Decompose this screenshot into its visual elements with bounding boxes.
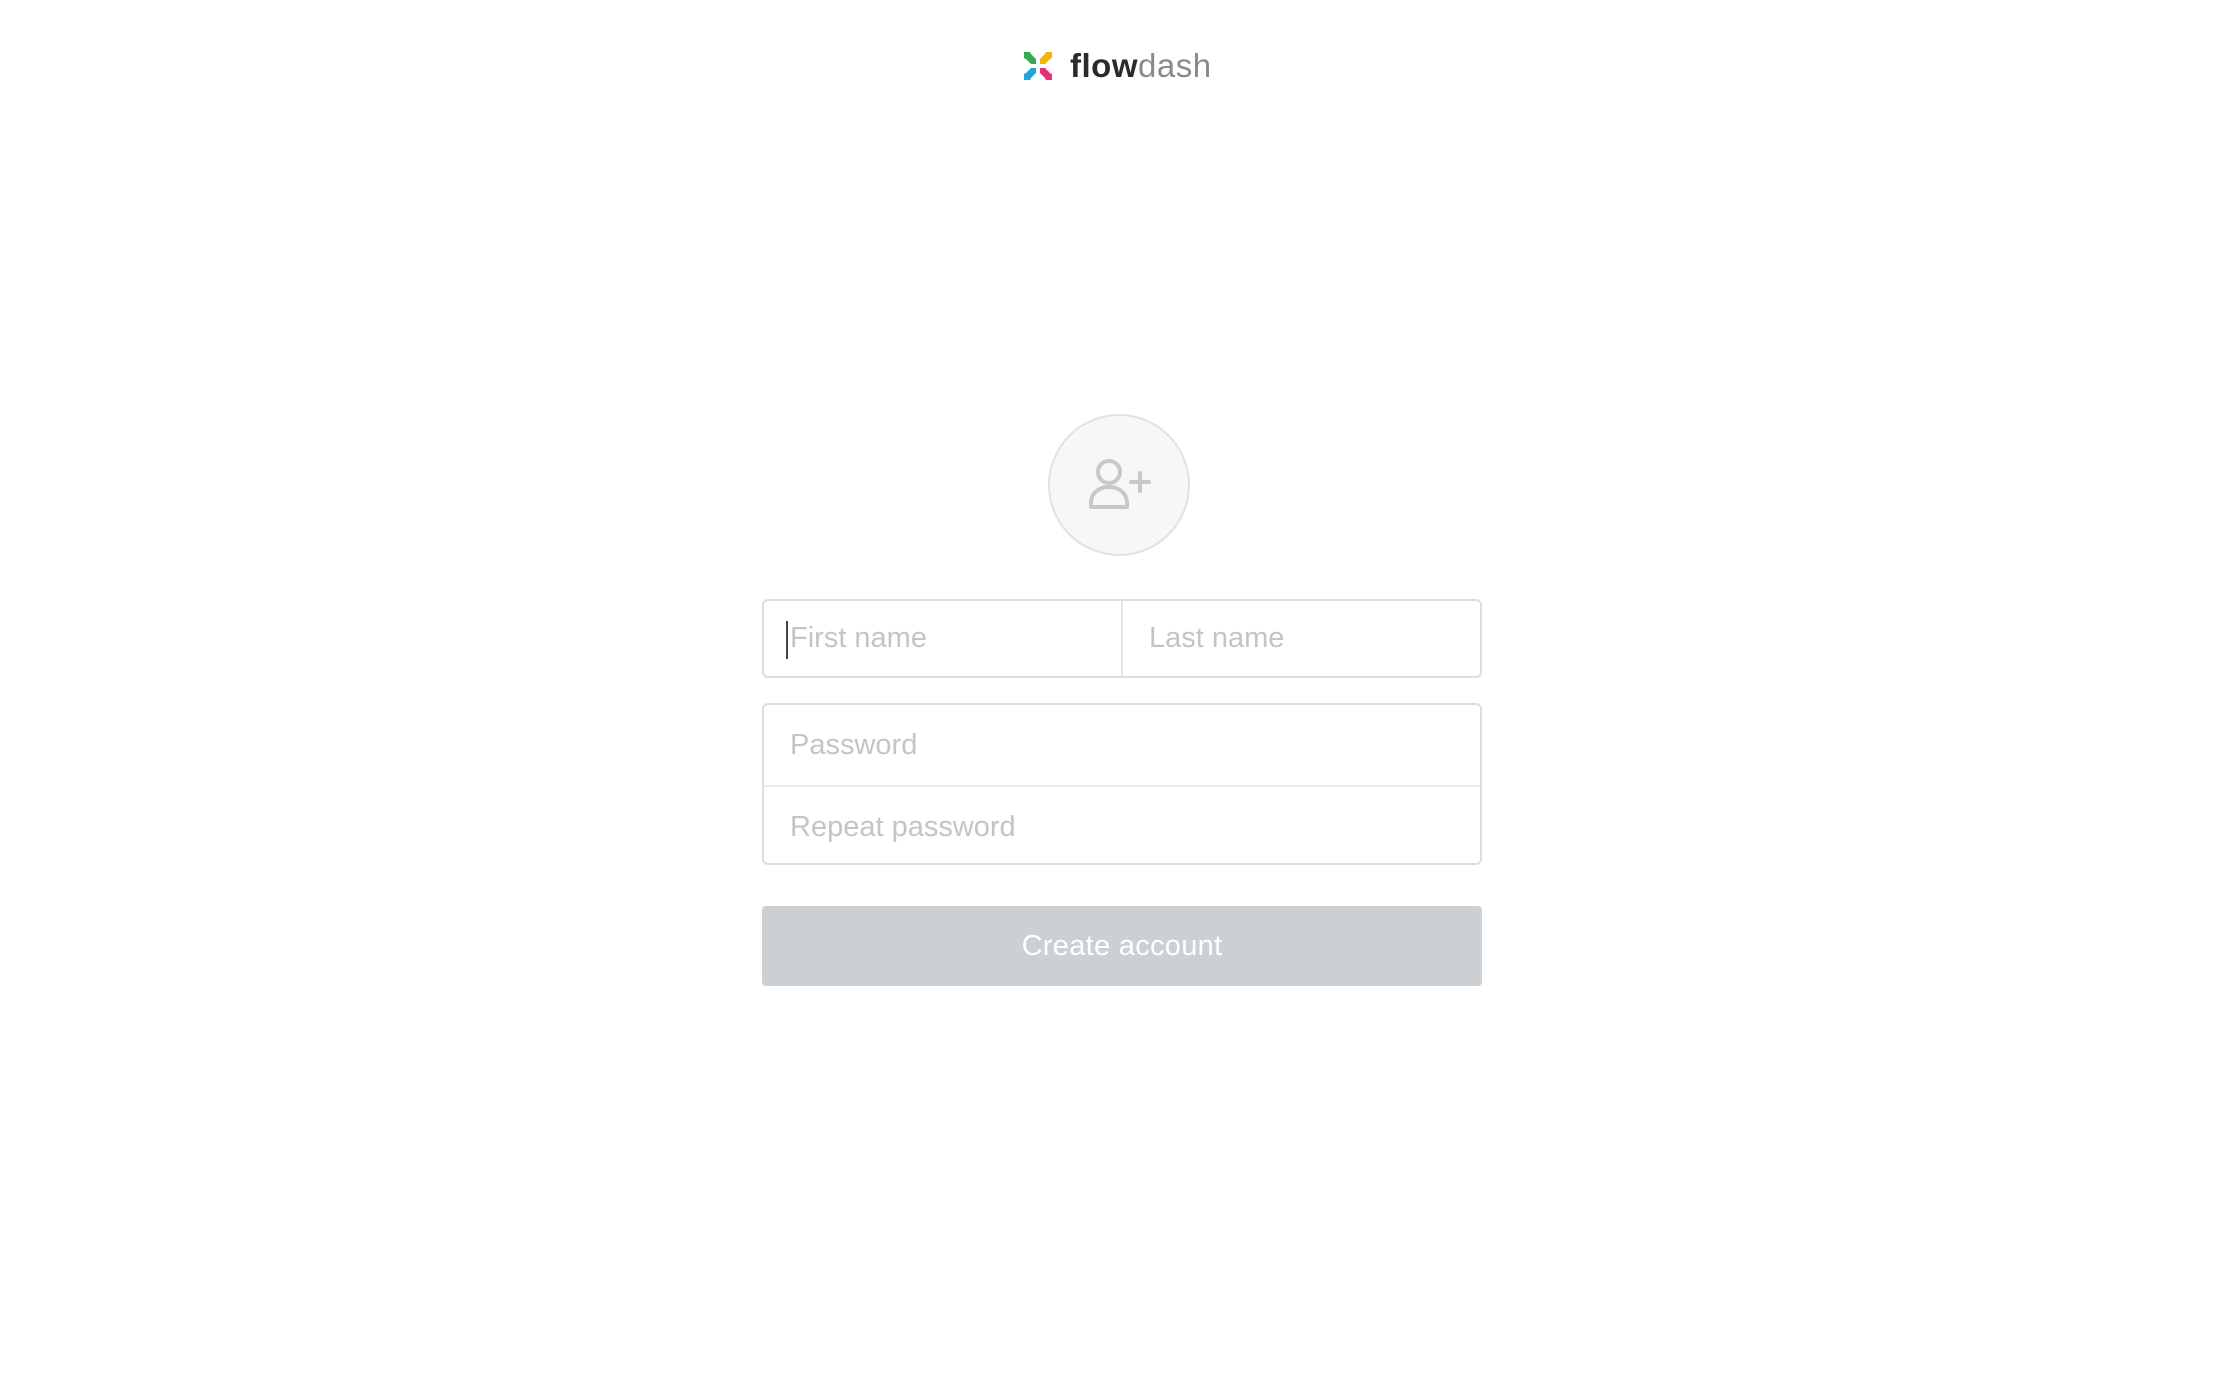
signup-form: Create account: [762, 599, 1482, 986]
flowdash-logo-mark-icon: [1024, 52, 1052, 80]
avatar-upload-button[interactable]: [1048, 414, 1190, 556]
repeat-password-input[interactable]: [764, 787, 1480, 863]
password-fields: [762, 703, 1482, 865]
text-caret: [786, 621, 788, 659]
logo-wordmark-light: dash: [1137, 47, 1212, 84]
logo-wordmark: flowdash: [1070, 48, 1212, 84]
user-plus-icon: [1089, 459, 1151, 509]
logo-wordmark-bold: flow: [1070, 47, 1138, 84]
create-account-button[interactable]: Create account: [762, 906, 1482, 986]
first-name-field-wrapper: [764, 601, 1121, 676]
last-name-input[interactable]: [1123, 601, 1480, 676]
first-name-input[interactable]: [764, 601, 1121, 676]
password-input[interactable]: [764, 705, 1480, 785]
signup-page: flowdash Create accou: [0, 0, 2240, 1400]
flowdash-logo: flowdash: [1022, 48, 1212, 84]
password-field-wrapper: [764, 705, 1480, 785]
last-name-field-wrapper: [1121, 601, 1480, 676]
repeat-password-field-wrapper: [764, 785, 1480, 863]
name-fields: [762, 599, 1482, 678]
